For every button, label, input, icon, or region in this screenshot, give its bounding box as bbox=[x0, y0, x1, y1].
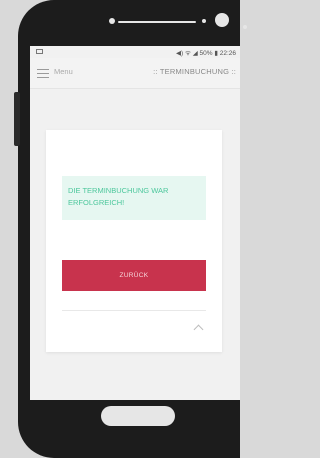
status-bar: ◀) ᯤ ◢ 50% ▮ 22:26 bbox=[30, 46, 240, 58]
app-bar: Menu :: TERMINBUCHUNG :: bbox=[30, 58, 240, 89]
front-camera bbox=[215, 13, 229, 27]
success-message: DIE TERMINBUCHUNG WAR ERFOLGREICH! bbox=[68, 186, 169, 207]
booking-result-card: DIE TERMINBUCHUNG WAR ERFOLGREICH! ZURÜC… bbox=[46, 130, 222, 352]
phone-side-button bbox=[14, 92, 20, 146]
menu-label[interactable]: Menu bbox=[54, 67, 73, 76]
sensor-dot bbox=[202, 19, 206, 23]
hamburger-menu-icon[interactable] bbox=[37, 69, 49, 78]
page-title: :: TERMINBUCHUNG :: bbox=[153, 67, 236, 76]
chevron-up-icon[interactable] bbox=[193, 324, 204, 335]
success-alert: DIE TERMINBUCHUNG WAR ERFOLGREICH! bbox=[62, 176, 206, 220]
home-button[interactable] bbox=[101, 406, 175, 426]
sensor-dot bbox=[243, 25, 247, 29]
status-indicators: ◀) ᯤ ◢ 50% ▮ 22:26 bbox=[176, 50, 236, 57]
sensor-dot bbox=[109, 18, 115, 24]
divider bbox=[62, 310, 206, 311]
image-notification-icon bbox=[36, 49, 43, 54]
phone-screen: ◀) ᯤ ◢ 50% ▮ 22:26 Menu :: TERMINBUCHUNG… bbox=[30, 46, 240, 400]
speaker-grill bbox=[118, 21, 196, 23]
back-button[interactable]: ZURÜCK bbox=[62, 260, 206, 291]
